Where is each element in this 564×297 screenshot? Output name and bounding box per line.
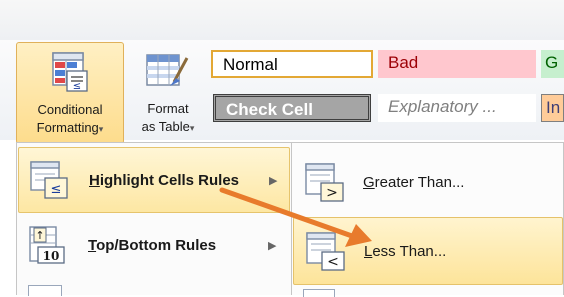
menu-item-top-bottom-rules[interactable]: ↑ 10 Top/Bottom Rules ▶: [18, 213, 290, 279]
highlight-cells-rules-submenu: > Greater Than... < Less Than...: [291, 142, 564, 297]
submenu-item-less-than[interactable]: < Less Than...: [293, 217, 563, 285]
ribbon-top-strip: [0, 0, 564, 41]
cell-style-check-cell[interactable]: Check Cell: [213, 94, 371, 122]
up-arrow-glyph: ↑: [35, 229, 44, 242]
top-bottom-rules-icon: ↑ 10: [29, 226, 65, 264]
less-equal-glyph: ≤: [73, 81, 81, 92]
ribbon-styles-group: ≤ Conditional Formatting▾ Format as Tabl…: [0, 40, 564, 144]
less-than-icon: <: [306, 232, 345, 271]
top-bottom-rules-label: Top/Bottom Rules: [88, 237, 217, 254]
format-as-table-label-line1: Format: [147, 101, 189, 116]
menu-item-next-partial: [18, 283, 290, 296]
greater-glyph: >: [326, 185, 338, 201]
conditional-formatting-button[interactable]: ≤ Conditional Formatting▾: [16, 42, 124, 144]
less-than-label: Less Than...: [364, 243, 447, 260]
ten-glyph: 10: [43, 249, 60, 263]
conditional-formatting-menu: ≤ Highlight Cells Rules ▶ ↑ 10 Top/Botto…: [16, 142, 292, 296]
format-as-table-icon: [146, 54, 189, 86]
chevron-down-icon: ▾: [189, 123, 195, 133]
submenu-item-greater-than[interactable]: > Greater Than...: [293, 149, 563, 217]
conditional-formatting-label-line2: Formatting: [36, 120, 99, 135]
less-glyph: <: [327, 254, 339, 270]
menu-item-highlight-cells-rules[interactable]: ≤ Highlight Cells Rules ▶: [18, 147, 290, 213]
greater-than-label: Greater Than...: [363, 174, 465, 191]
format-as-table-button[interactable]: Format as Table▾: [130, 42, 206, 144]
submenu-arrow-icon: ▶: [269, 175, 278, 187]
conditional-formatting-icon: ≤: [52, 52, 88, 92]
greater-than-icon: >: [305, 163, 344, 202]
chevron-down-icon: ▾: [98, 124, 104, 134]
format-as-table-label-line2: as Table: [141, 119, 190, 134]
cell-style-explanatory[interactable]: Explanatory ...: [378, 94, 536, 122]
cell-style-bad[interactable]: Bad: [378, 50, 536, 78]
conditional-formatting-label-line1: Conditional: [37, 102, 103, 117]
highlight-cells-rules-icon: ≤: [30, 161, 68, 199]
cell-style-input[interactable]: In: [541, 94, 564, 122]
highlight-cells-rules-label: Highlight Cells Rules: [89, 172, 240, 189]
cell-style-good[interactable]: G: [541, 50, 564, 78]
less-equal-glyph: ≤: [51, 182, 62, 197]
submenu-arrow-icon: ▶: [268, 240, 277, 252]
cell-style-normal[interactable]: Normal: [211, 50, 373, 78]
